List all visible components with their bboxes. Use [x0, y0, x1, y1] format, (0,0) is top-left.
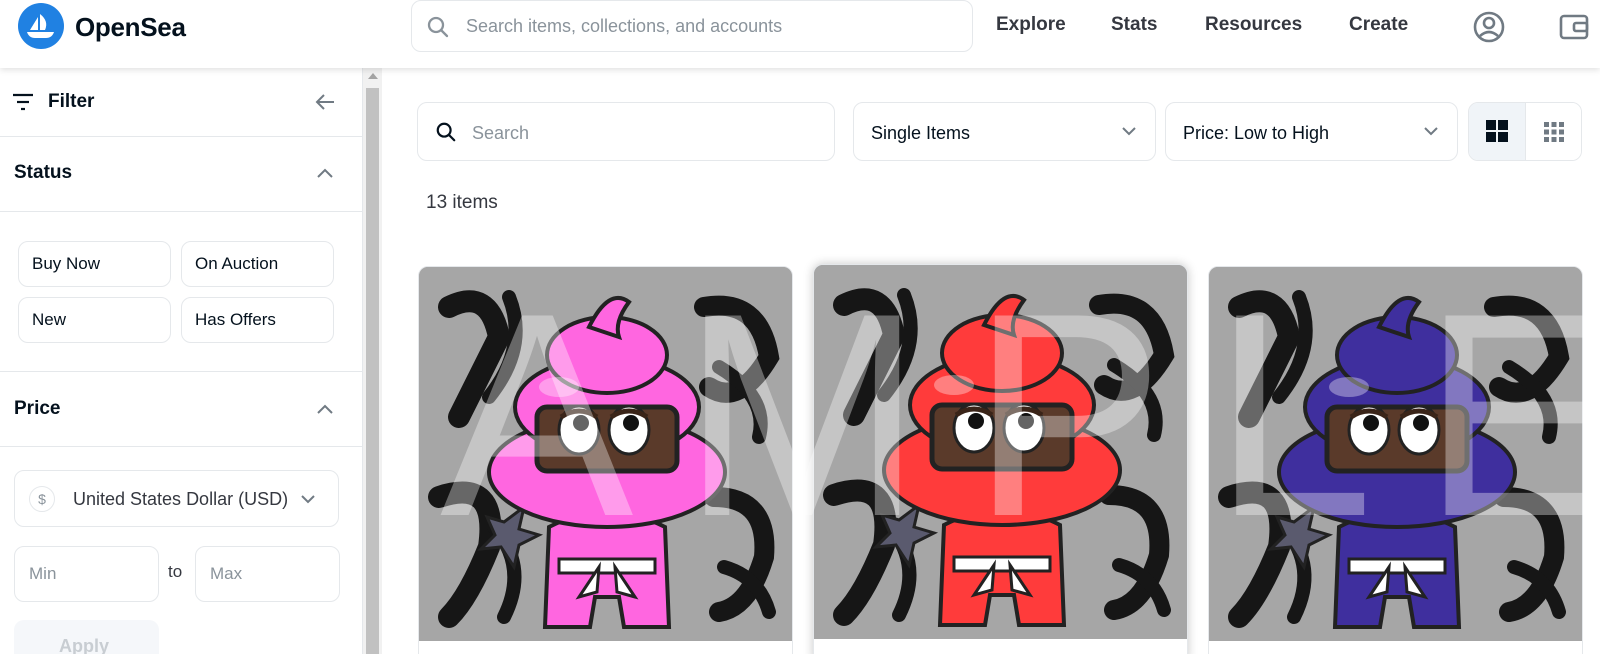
small-grid-button[interactable]: [1526, 103, 1581, 160]
head-shine: [934, 375, 974, 395]
scroll-up-arrow-icon[interactable]: [368, 73, 378, 79]
ninja-belt: [557, 557, 657, 575]
global-search-input[interactable]: Search items, collections, and accounts: [411, 0, 973, 52]
chevron-up-icon: [317, 168, 333, 178]
right-pupil: [1413, 415, 1429, 431]
sort-value: Price: Low to High: [1183, 123, 1330, 143]
price-title: Price: [14, 398, 61, 419]
ninja-belt: [1347, 557, 1447, 575]
opensea-logo-icon[interactable]: [18, 3, 64, 49]
right-pupil: [1018, 413, 1034, 429]
nft-card[interactable]: [1208, 266, 1583, 654]
right-pupil: [623, 415, 639, 431]
currency-value: United States Dollar (USD): [73, 489, 289, 509]
search-icon: [436, 122, 456, 142]
ninja-belt: [952, 555, 1052, 573]
chevron-up-icon: [317, 404, 333, 414]
wallet-icon[interactable]: [1557, 10, 1591, 44]
status-buy-now[interactable]: Buy Now: [18, 241, 171, 287]
status-section-header[interactable]: Status: [0, 137, 362, 212]
collapse-sidebar-icon[interactable]: [313, 90, 337, 114]
ninja-mask: [1324, 404, 1470, 474]
filter-icon: [13, 93, 33, 111]
left-pupil: [573, 415, 589, 431]
nav-stats[interactable]: Stats: [1111, 14, 1157, 36]
sort-select[interactable]: Price: Low to High: [1165, 102, 1458, 161]
grid-view-toggle: [1468, 102, 1582, 161]
small-grid-icon: [1544, 122, 1564, 142]
top-navigation: OpenSea Search items, collections, and a…: [0, 0, 1600, 68]
price-max-input[interactable]: Max: [195, 546, 340, 602]
head-shine: [1329, 377, 1369, 397]
chevron-down-icon: [1122, 127, 1136, 136]
collection-search-input[interactable]: Search: [417, 102, 835, 161]
filter-sidebar: Filter Status Buy Now On Auction New Has…: [0, 68, 363, 654]
collection-search-placeholder: Search: [472, 123, 530, 143]
filter-header: Filter: [0, 68, 362, 137]
currency-select[interactable]: $ United States Dollar (USD): [14, 470, 339, 527]
head-shine: [539, 377, 579, 397]
price-min-input[interactable]: Min: [14, 546, 159, 602]
nav-create[interactable]: Create: [1349, 14, 1408, 36]
filter-title: Filter: [48, 91, 95, 112]
ninja-mask: [534, 404, 680, 474]
brand-name[interactable]: OpenSea: [75, 12, 186, 43]
range-to-label: to: [168, 562, 183, 581]
global-search-placeholder: Search items, collections, and accounts: [466, 16, 783, 36]
status-has-offers[interactable]: Has Offers: [181, 297, 334, 343]
large-grid-icon: [1486, 120, 1508, 142]
large-grid-button[interactable]: [1469, 103, 1526, 160]
nft-card[interactable]: [813, 264, 1188, 654]
ninja-mask: [929, 402, 1075, 472]
left-pupil: [968, 413, 984, 429]
search-icon: [427, 16, 449, 38]
nav-resources[interactable]: Resources: [1205, 14, 1302, 36]
nft-artwork[interactable]: [814, 265, 1188, 639]
sidebar-scrollbar[interactable]: [363, 68, 382, 654]
status-title: Status: [14, 162, 73, 183]
item-type-value: Single Items: [871, 123, 971, 143]
left-pupil: [1363, 415, 1379, 431]
status-new[interactable]: New: [18, 297, 171, 343]
apply-button[interactable]: Apply: [14, 620, 159, 654]
price-section-header[interactable]: Price: [0, 372, 362, 447]
scroll-thumb[interactable]: [366, 88, 379, 654]
chevron-down-icon: [301, 495, 315, 504]
status-on-auction[interactable]: On Auction: [181, 241, 334, 287]
nft-artwork[interactable]: [419, 267, 793, 641]
account-icon[interactable]: [1472, 10, 1506, 44]
nav-explore[interactable]: Explore: [996, 14, 1066, 36]
nft-card[interactable]: [418, 266, 793, 654]
item-type-select[interactable]: Single Items: [853, 102, 1156, 161]
chevron-down-icon: [1424, 127, 1438, 136]
nft-artwork[interactable]: [1209, 267, 1583, 641]
dollar-icon: $: [29, 486, 55, 512]
item-count: 13 items: [426, 192, 498, 213]
